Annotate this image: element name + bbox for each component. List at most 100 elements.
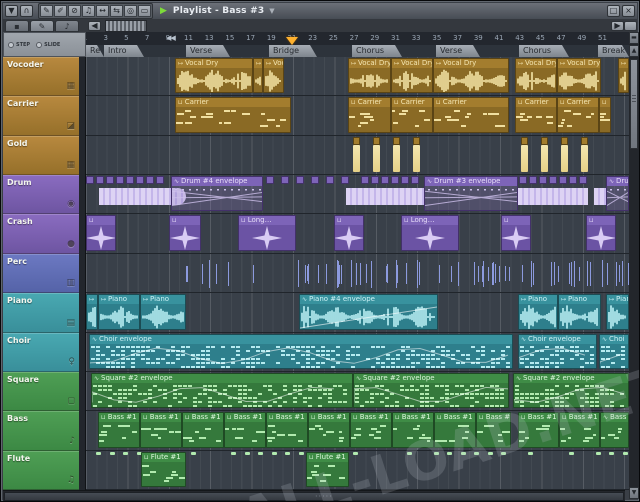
audio-clip[interactable]: ↦	[253, 58, 263, 93]
pattern-clip[interactable]: ⊔Bass #1	[392, 412, 434, 447]
panel-splitter[interactable]	[79, 57, 86, 490]
pattern-clip[interactable]: ⊔Flute #1	[306, 452, 349, 487]
pattern-clip[interactable]: ⊔Carrier	[348, 97, 391, 132]
perc-hit[interactable]	[209, 260, 210, 288]
track-header-crash[interactable]: Crash ●	[3, 214, 79, 253]
pattern-clip[interactable]: ∿Square #2 envelope	[91, 373, 353, 408]
perc-hit[interactable]	[587, 261, 588, 286]
audio-clip[interactable]: ↦Vocal Dry	[515, 58, 557, 93]
pattern-clip[interactable]: ⊔Bass #1	[308, 412, 350, 447]
perc-hit[interactable]	[483, 261, 484, 287]
pattern-clip[interactable]: ∿Choi	[599, 334, 629, 369]
mini-clip-header[interactable]	[373, 137, 380, 145]
audio-clip[interactable]: ↦Pian	[606, 294, 629, 329]
playlist-lane-vocoder[interactable]: ↦Vocal Dry↦↦Voca…↦Vocal Dry↦Vocal Dry↦Vo…	[86, 57, 629, 96]
title-dropdown-icon[interactable]: ▼	[269, 7, 274, 15]
perc-hit[interactable]	[351, 260, 352, 287]
mini-clip-header[interactable]	[353, 137, 360, 145]
crash-clip[interactable]: ⊔Long…	[401, 215, 459, 250]
perc-hit[interactable]	[488, 267, 489, 281]
perc-hit[interactable]	[318, 265, 319, 283]
mini-clip-header[interactable]	[371, 176, 379, 184]
mini-clip-header[interactable]	[296, 176, 304, 184]
automation-clip[interactable]: ∿Drum #3 envelope	[424, 176, 518, 211]
small-play-button[interactable]: ▶	[611, 21, 624, 31]
gold-stab-clip[interactable]	[521, 145, 528, 172]
audio-clip[interactable]: ↦Vocal Dry	[391, 58, 433, 93]
gold-stab-clip[interactable]	[541, 145, 548, 172]
perc-hit[interactable]	[371, 261, 372, 288]
audio-clip[interactable]: ↦Voca…	[263, 58, 284, 93]
pattern-clip[interactable]: ⊔Carrier	[175, 97, 291, 132]
mini-clip-header[interactable]	[156, 176, 164, 184]
maximize-button[interactable]: □	[607, 5, 620, 17]
perc-hit[interactable]	[551, 262, 552, 286]
vertical-scrollbar[interactable]: ▬ ▲ ▼	[629, 32, 639, 499]
crash-clip[interactable]: ⊔	[501, 215, 531, 250]
pattern-clip[interactable]: ⊔Bass #1	[98, 412, 140, 447]
draw-tool-icon[interactable]: ✎	[40, 5, 53, 17]
song-marker[interactable]: Verse	[436, 45, 480, 57]
vscroll-down-button[interactable]: ▼	[629, 487, 639, 499]
mini-clip-header[interactable]	[116, 176, 124, 184]
mini-clip-header[interactable]	[579, 176, 587, 184]
crash-clip[interactable]: ⊔	[169, 215, 201, 250]
perc-hit[interactable]	[228, 262, 229, 286]
mini-clip-header[interactable]	[539, 176, 547, 184]
perc-hit[interactable]	[305, 265, 306, 283]
gold-stab-clip[interactable]	[353, 145, 360, 172]
perc-hit[interactable]	[417, 260, 418, 288]
perc-hit[interactable]	[356, 263, 357, 285]
automation-clip[interactable]: ∿Drum	[606, 176, 629, 211]
zoom-tool-icon[interactable]: ◎	[124, 5, 137, 17]
perc-hit[interactable]	[616, 262, 617, 286]
perc-hit[interactable]	[451, 266, 452, 282]
timeline-ruler[interactable]: 1357911131517192123252729313335373941434…	[86, 32, 629, 45]
audio-clip[interactable]: ↦Piano	[518, 294, 558, 329]
song-marker-row[interactable]: ReveIntroVerseBridgeChorusVerseChorusBre…	[86, 45, 629, 57]
drum-loop-bar[interactable]	[518, 188, 588, 205]
mini-clip-header[interactable]	[521, 137, 528, 145]
song-marker[interactable]: Break	[598, 45, 629, 57]
perc-hit[interactable]	[216, 264, 217, 284]
perc-hit[interactable]	[478, 266, 479, 282]
horizontal-scrollbar[interactable]: ·····	[3, 490, 625, 502]
pattern-clip[interactable]: ∿Square #2 envelope	[513, 373, 629, 408]
perc-hit[interactable]	[406, 263, 407, 284]
audio-clip[interactable]: ↦	[86, 294, 98, 329]
track-header-perc[interactable]: Perc ▥	[3, 254, 79, 293]
pattern-clip[interactable]: ⊔Bass #1	[140, 412, 182, 447]
delete-tool-icon[interactable]: ⊘	[68, 5, 81, 17]
audio-clip[interactable]: ↦Vocal Dry	[175, 58, 253, 93]
playhead-marker[interactable]	[286, 37, 298, 45]
perc-hit[interactable]	[495, 265, 496, 283]
mini-clip-header[interactable]	[341, 176, 349, 184]
track-header-flute[interactable]: Flute ♫	[3, 451, 79, 490]
playback-tool-icon[interactable]: ▭	[138, 5, 151, 17]
pattern-clip[interactable]: ⊔Bass #1	[559, 412, 600, 447]
snap-magnet-button[interactable]: ∩	[20, 5, 33, 17]
playlist-lane-perc[interactable]	[86, 254, 629, 293]
playlist-lane-bass[interactable]: ⊔Bass #1⊔Bass #1⊔Bass #1⊔Bass #1⊔Bass #1…	[86, 411, 629, 450]
perc-hit[interactable]	[187, 266, 188, 282]
mini-clip-header[interactable]	[381, 176, 389, 184]
perc-hit[interactable]	[590, 262, 591, 286]
zoom-slider[interactable]	[105, 20, 147, 32]
audio-clip[interactable]: ↦	[618, 58, 629, 93]
track-header-square[interactable]: Square ◻	[3, 372, 79, 411]
perc-hit[interactable]	[558, 266, 559, 282]
pattern-clip[interactable]: ⊔	[599, 97, 611, 132]
tab-clip-source[interactable]: ✎	[30, 20, 54, 32]
audio-clip[interactable]: ↦Piano	[558, 294, 601, 329]
audio-clip[interactable]: ↦Vocal Dry	[557, 58, 601, 93]
perc-hit[interactable]	[602, 260, 603, 287]
mini-clip-header[interactable]	[401, 176, 409, 184]
crash-clip[interactable]: ⊔Long…	[238, 215, 296, 250]
vscroll-minus-button[interactable]: ▬	[629, 32, 639, 44]
perc-hit[interactable]	[509, 267, 510, 281]
audio-clip[interactable]: ↦Vocal Dry	[348, 58, 391, 93]
automation-clip[interactable]: ∿Drum #4 envelope	[171, 176, 263, 211]
mini-clip-header[interactable]	[146, 176, 154, 184]
gold-stab-clip[interactable]	[393, 145, 400, 172]
mini-clip-header[interactable]	[411, 176, 419, 184]
